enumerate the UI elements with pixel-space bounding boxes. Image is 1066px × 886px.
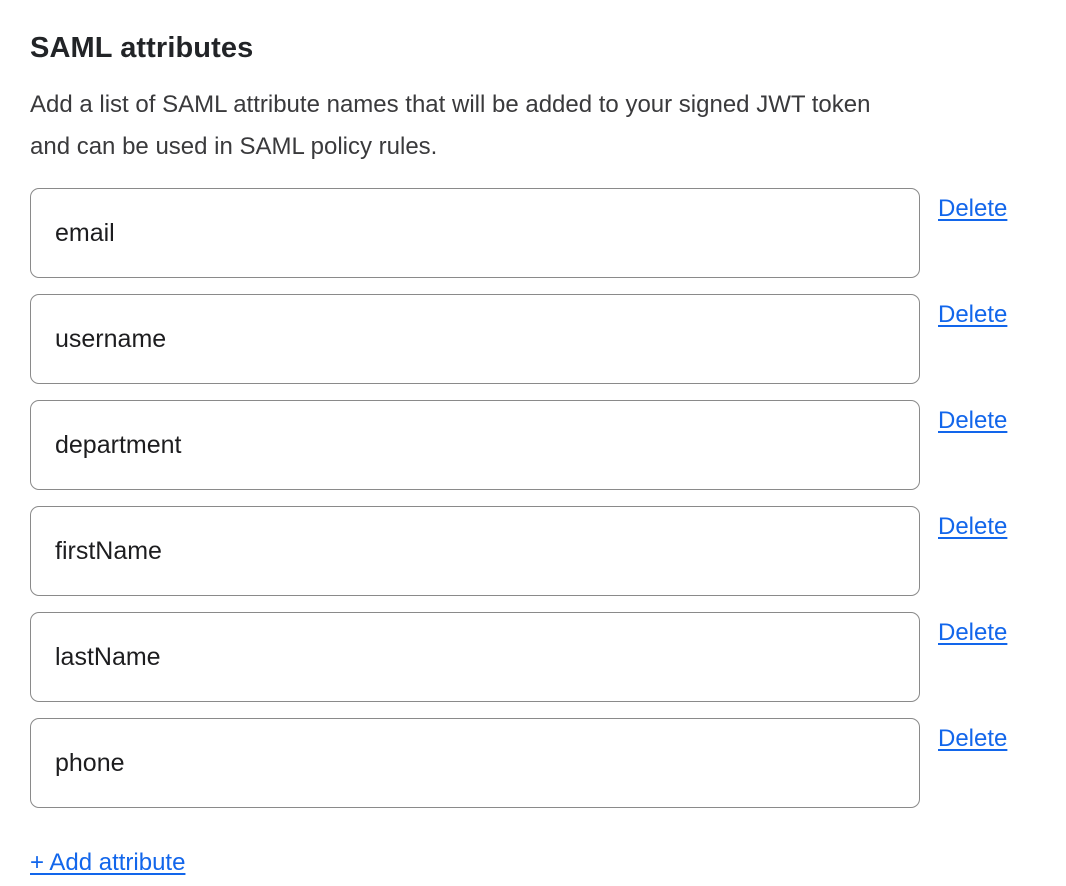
delete-attribute-link[interactable]: Delete bbox=[938, 406, 1007, 436]
attribute-name-input[interactable] bbox=[30, 612, 920, 702]
section-description-line1: Add a list of SAML attribute names that … bbox=[30, 91, 870, 118]
section-description: Add a list of SAML attribute names that … bbox=[30, 84, 1036, 168]
attribute-row: Delete bbox=[30, 718, 1036, 808]
attribute-row: Delete bbox=[30, 294, 1036, 384]
delete-attribute-link[interactable]: Delete bbox=[938, 618, 1007, 648]
delete-attribute-link[interactable]: Delete bbox=[938, 194, 1007, 224]
attribute-name-input[interactable] bbox=[30, 718, 920, 808]
attribute-name-input[interactable] bbox=[30, 294, 920, 384]
add-attribute-link[interactable]: + Add attribute bbox=[30, 848, 185, 878]
attribute-row: Delete bbox=[30, 400, 1036, 490]
attribute-name-input[interactable] bbox=[30, 506, 920, 596]
attribute-row: Delete bbox=[30, 612, 1036, 702]
page-title: SAML attributes bbox=[30, 30, 1036, 66]
attribute-row: Delete bbox=[30, 506, 1036, 596]
delete-attribute-link[interactable]: Delete bbox=[938, 300, 1007, 330]
saml-attributes-section: SAML attributes Add a list of SAML attri… bbox=[0, 0, 1066, 886]
delete-attribute-link[interactable]: Delete bbox=[938, 724, 1007, 754]
attribute-name-input[interactable] bbox=[30, 400, 920, 490]
section-description-line2: and can be used in SAML policy rules. bbox=[30, 133, 437, 160]
attribute-list: Delete Delete Delete Delete Delete Delet… bbox=[30, 188, 1036, 808]
delete-attribute-link[interactable]: Delete bbox=[938, 512, 1007, 542]
attribute-row: Delete bbox=[30, 188, 1036, 278]
attribute-name-input[interactable] bbox=[30, 188, 920, 278]
